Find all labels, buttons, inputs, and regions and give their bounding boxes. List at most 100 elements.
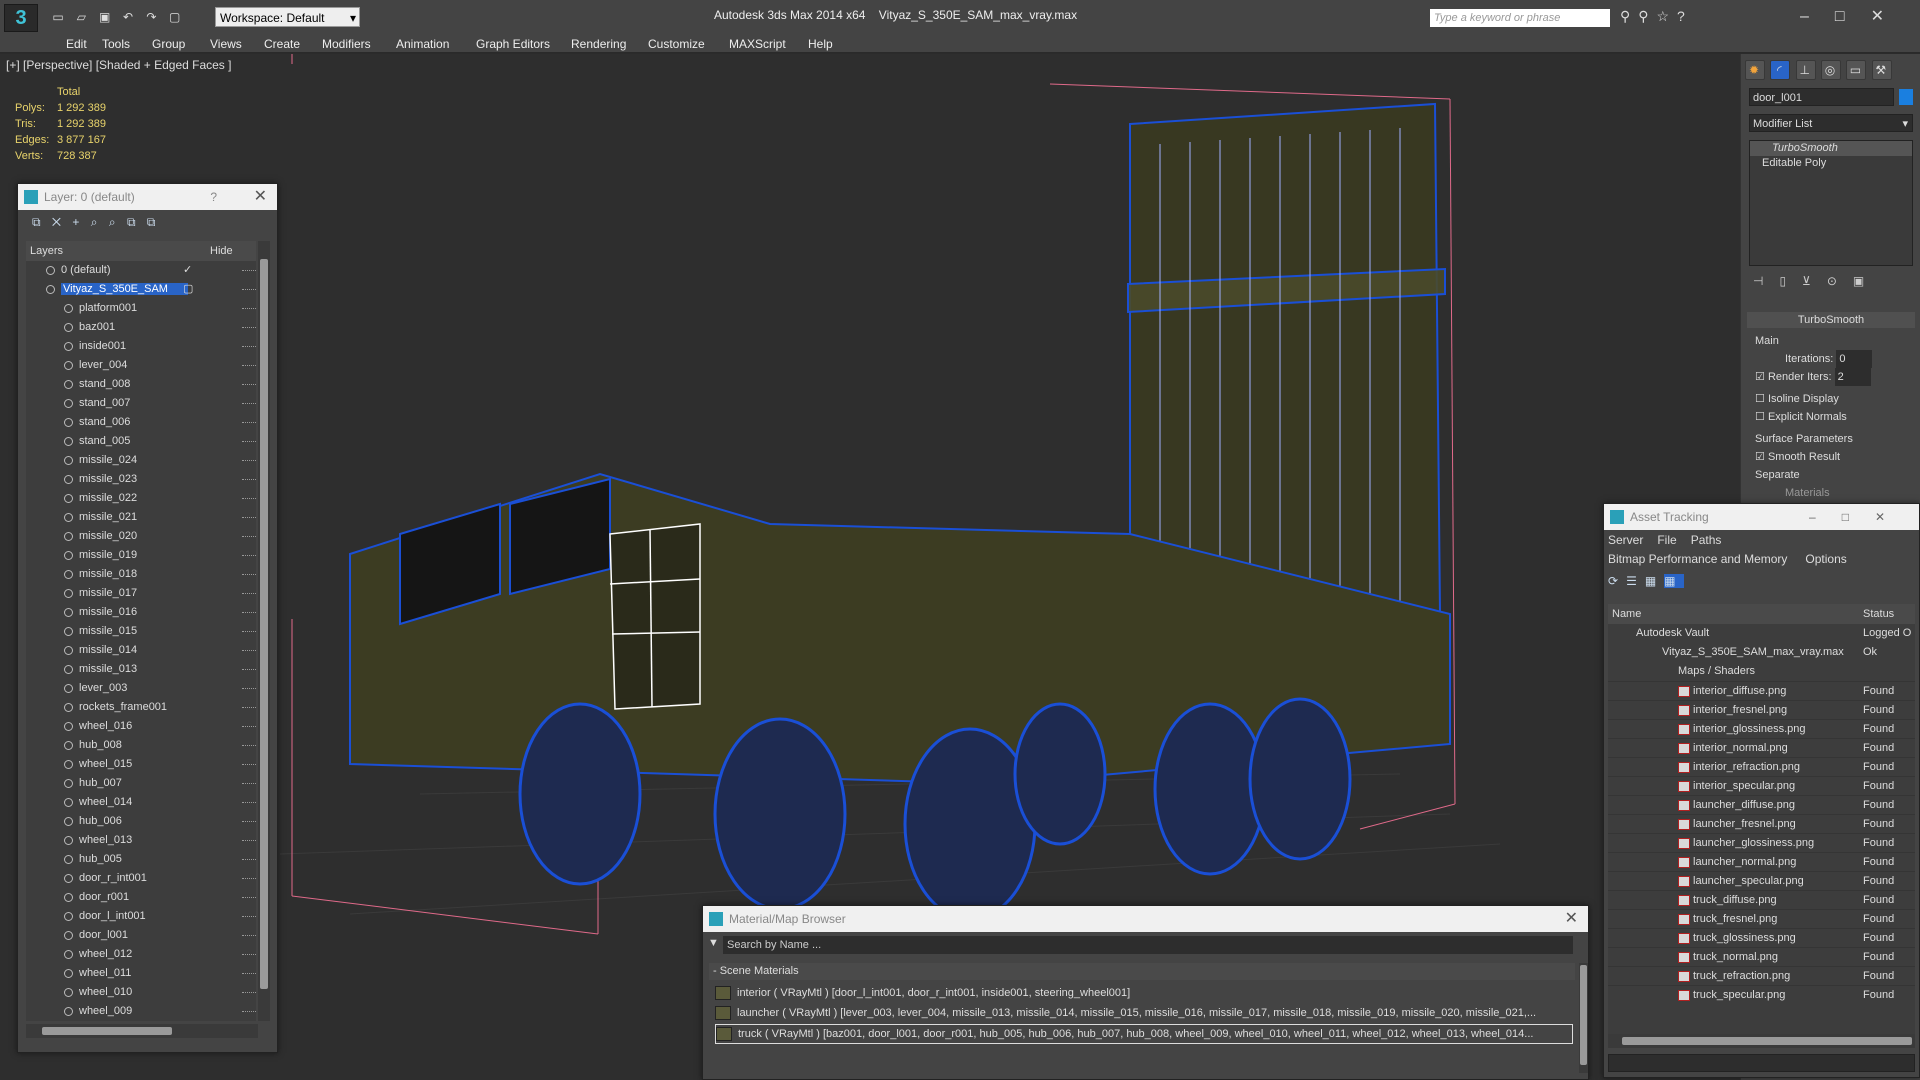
window-controls[interactable]: –□✕ xyxy=(1809,504,1911,530)
hide-toggle[interactable] xyxy=(242,612,256,614)
layer-item[interactable]: platform001 xyxy=(26,299,256,318)
asset-menu-file[interactable]: File xyxy=(1657,533,1676,547)
object-color-swatch[interactable] xyxy=(1899,89,1913,105)
menu-create[interactable]: Create xyxy=(264,35,300,53)
hide-toggle[interactable] xyxy=(242,745,256,747)
hide-toggle[interactable] xyxy=(242,840,256,842)
layer-item[interactable]: door_l001 xyxy=(26,926,256,945)
column-hide[interactable]: Hide xyxy=(210,241,233,261)
layer-item[interactable]: baz001 xyxy=(26,318,256,337)
asset-hscrollbar[interactable] xyxy=(1608,1034,1915,1048)
explicit-row[interactable]: ☐ Explicit Normals xyxy=(1755,408,1907,426)
layer-item[interactable]: wheel_014 xyxy=(26,793,256,812)
layer-item[interactable]: stand_007 xyxy=(26,394,256,413)
layer-item[interactable]: rockets_frame001 xyxy=(26,698,256,717)
layer-item[interactable]: wheel_013 xyxy=(26,831,256,850)
asset-row-file[interactable]: Vityaz_S_350E_SAM_max_vray.max Ok xyxy=(1608,643,1915,662)
layer-window-title[interactable]: Layer: 0 (default) ? ✕ xyxy=(18,184,277,210)
layer-item[interactable]: wheel_011 xyxy=(26,964,256,983)
hide-toggle[interactable] xyxy=(242,973,256,975)
layer-item[interactable]: hub_006 xyxy=(26,812,256,831)
material-window-title[interactable]: Material/Map Browser ✕ xyxy=(703,906,1588,932)
hide-toggle[interactable] xyxy=(242,688,256,690)
asset-row-maps[interactable]: Maps / Shaders xyxy=(1608,662,1915,681)
hide-all-icon[interactable]: ⧉ xyxy=(127,215,140,229)
menu-help[interactable]: Help xyxy=(808,35,833,53)
window-controls[interactable]: –□✕ xyxy=(1800,6,1910,26)
asset-row-map[interactable]: interior_glossiness.png Found xyxy=(1608,719,1915,738)
list-view-icon[interactable]: ☰ xyxy=(1626,574,1645,588)
asset-menu-item[interactable]: Bitmap Performance and Memory xyxy=(1608,552,1787,566)
undo-icon[interactable]: ↶ xyxy=(118,8,138,28)
create-tab-icon[interactable]: ✹ xyxy=(1745,60,1765,80)
hide-toggle[interactable] xyxy=(242,441,256,443)
hide-toggle[interactable] xyxy=(242,783,256,785)
hide-toggle[interactable] xyxy=(242,460,256,462)
thumbnail-view-icon[interactable]: ▦ xyxy=(1645,574,1664,588)
isoline-row[interactable]: ☐ Isoline Display xyxy=(1755,390,1907,408)
asset-row-map[interactable]: truck_refraction.png Found xyxy=(1608,966,1915,985)
asset-row-map[interactable]: launcher_glossiness.png Found xyxy=(1608,833,1915,852)
delete-layer-icon[interactable]: ✕ xyxy=(52,215,65,229)
layer-checkbox[interactable]: ▢ xyxy=(183,280,193,299)
hide-toggle[interactable] xyxy=(242,479,256,481)
close-icon[interactable]: ✕ xyxy=(1565,906,1578,932)
menu-views[interactable]: Views xyxy=(210,35,242,53)
layer-item[interactable]: lever_003 xyxy=(26,679,256,698)
layer-scrollbar[interactable] xyxy=(258,241,270,1021)
freeze-all-icon[interactable]: ⧉ xyxy=(147,215,160,229)
render-iters-spinner[interactable]: 2 xyxy=(1834,368,1871,386)
hide-toggle[interactable] xyxy=(242,327,256,329)
layer-item[interactable]: wheel_012 xyxy=(26,945,256,964)
layer-item[interactable]: lever_004 xyxy=(26,356,256,375)
menu-rendering[interactable]: Rendering xyxy=(571,35,626,53)
hide-toggle[interactable] xyxy=(242,574,256,576)
column-layers[interactable]: Layers xyxy=(26,245,63,257)
infocenter-icons[interactable]: ⚲⚲☆? xyxy=(1620,8,1693,25)
select-in-layer-icon[interactable]: ⌕ xyxy=(91,215,102,229)
layer-item[interactable]: missile_020 xyxy=(26,527,256,546)
hide-toggle[interactable] xyxy=(242,308,256,310)
asset-row-map[interactable]: launcher_fresnel.png Found xyxy=(1608,814,1915,833)
material-search-options-icon[interactable]: ▼ xyxy=(708,937,719,949)
hide-toggle[interactable] xyxy=(242,384,256,386)
layer-item[interactable]: inside001 xyxy=(26,337,256,356)
hide-toggle[interactable] xyxy=(242,593,256,595)
hide-toggle[interactable] xyxy=(242,346,256,348)
object-name-field[interactable]: door_l001 xyxy=(1749,88,1894,106)
asset-row-map[interactable]: truck_specular.png Found xyxy=(1608,985,1915,1004)
hide-toggle[interactable] xyxy=(242,707,256,709)
asset-window-title[interactable]: Asset Tracking –□✕ xyxy=(1604,504,1919,530)
layer-item[interactable]: missile_019 xyxy=(26,546,256,565)
open-file-icon[interactable]: ▱ xyxy=(71,8,91,28)
layer-item[interactable]: hub_005 xyxy=(26,850,256,869)
hide-toggle[interactable] xyxy=(242,802,256,804)
display-tab-icon[interactable]: ▭ xyxy=(1846,60,1867,80)
hide-toggle[interactable] xyxy=(242,536,256,538)
layer-item[interactable]: door_l_int001 xyxy=(26,907,256,926)
layer-item[interactable]: missile_014 xyxy=(26,641,256,660)
layer-item[interactable]: missile_015 xyxy=(26,622,256,641)
layer-item[interactable]: missile_022 xyxy=(26,489,256,508)
material-scrollbar[interactable] xyxy=(1579,963,1588,1073)
hide-toggle[interactable] xyxy=(242,726,256,728)
hide-toggle[interactable] xyxy=(242,764,256,766)
checkbox-render-iters[interactable]: ☑ xyxy=(1755,371,1765,383)
asset-row-vault[interactable]: Autodesk Vault Logged O xyxy=(1608,624,1915,643)
layer-item[interactable]: missile_018 xyxy=(26,565,256,584)
asset-menu-server[interactable]: Server xyxy=(1608,533,1643,547)
hide-toggle[interactable] xyxy=(242,650,256,652)
column-name[interactable]: Name xyxy=(1608,608,1641,620)
layer-item[interactable]: missile_024 xyxy=(26,451,256,470)
create-layer-icon[interactable]: ⧉ xyxy=(32,215,45,229)
refresh-icon[interactable]: ⟳ xyxy=(1608,574,1626,588)
hide-toggle[interactable] xyxy=(242,422,256,424)
menu-maxscript[interactable]: MAXScript xyxy=(729,35,786,53)
add-to-layer-icon[interactable]: + xyxy=(72,215,83,229)
layer-item[interactable]: wheel_010 xyxy=(26,983,256,1002)
asset-menu-item[interactable]: Options xyxy=(1805,552,1846,566)
scene-materials-header[interactable]: - Scene Materials xyxy=(709,963,1575,980)
motion-tab-icon[interactable]: ◎ xyxy=(1821,60,1842,80)
layer-item[interactable]: Vityaz_S_350E_SAM ▢ xyxy=(26,280,256,299)
hide-toggle[interactable] xyxy=(242,1011,256,1013)
